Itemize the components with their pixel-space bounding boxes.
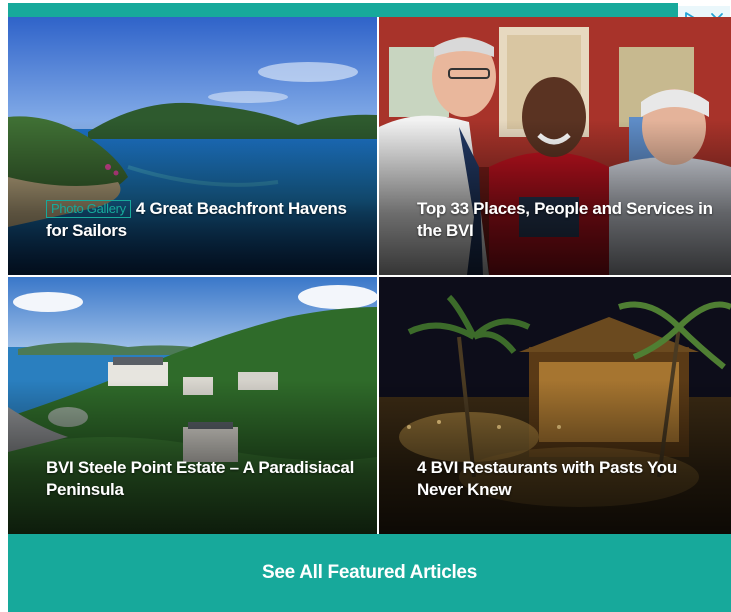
article-title: Top 33 Places, People and Services in th… — [417, 199, 713, 240]
featured-articles-ad: Photo Gallery 4 Great Beachfront Havens f… — [0, 0, 731, 612]
photo-gallery-badge: Photo Gallery — [46, 200, 131, 218]
article-grid: Photo Gallery 4 Great Beachfront Havens f… — [8, 17, 731, 534]
article-tile-beachfront-havens[interactable]: Photo Gallery 4 Great Beachfront Havens f… — [8, 17, 377, 275]
top-accent-stripe — [8, 3, 678, 17]
article-title: Photo Gallery 4 Great Beachfront Havens f… — [46, 198, 363, 242]
article-title: 4 BVI Restaurants with Pasts You Never K… — [417, 458, 677, 499]
see-all-articles-button[interactable]: See All Featured Articles — [8, 534, 731, 612]
article-tile-bvi-restaurants[interactable]: 4 BVI Restaurants with Pasts You Never K… — [379, 277, 731, 534]
article-tile-top-33-places[interactable]: Top 33 Places, People and Services in th… — [379, 17, 731, 275]
article-tile-steele-point-estate[interactable]: BVI Steele Point Estate – A Paradisiacal… — [8, 277, 377, 534]
article-title: BVI Steele Point Estate – A Paradisiacal… — [46, 458, 354, 499]
see-all-articles-label: See All Featured Articles — [262, 562, 477, 583]
